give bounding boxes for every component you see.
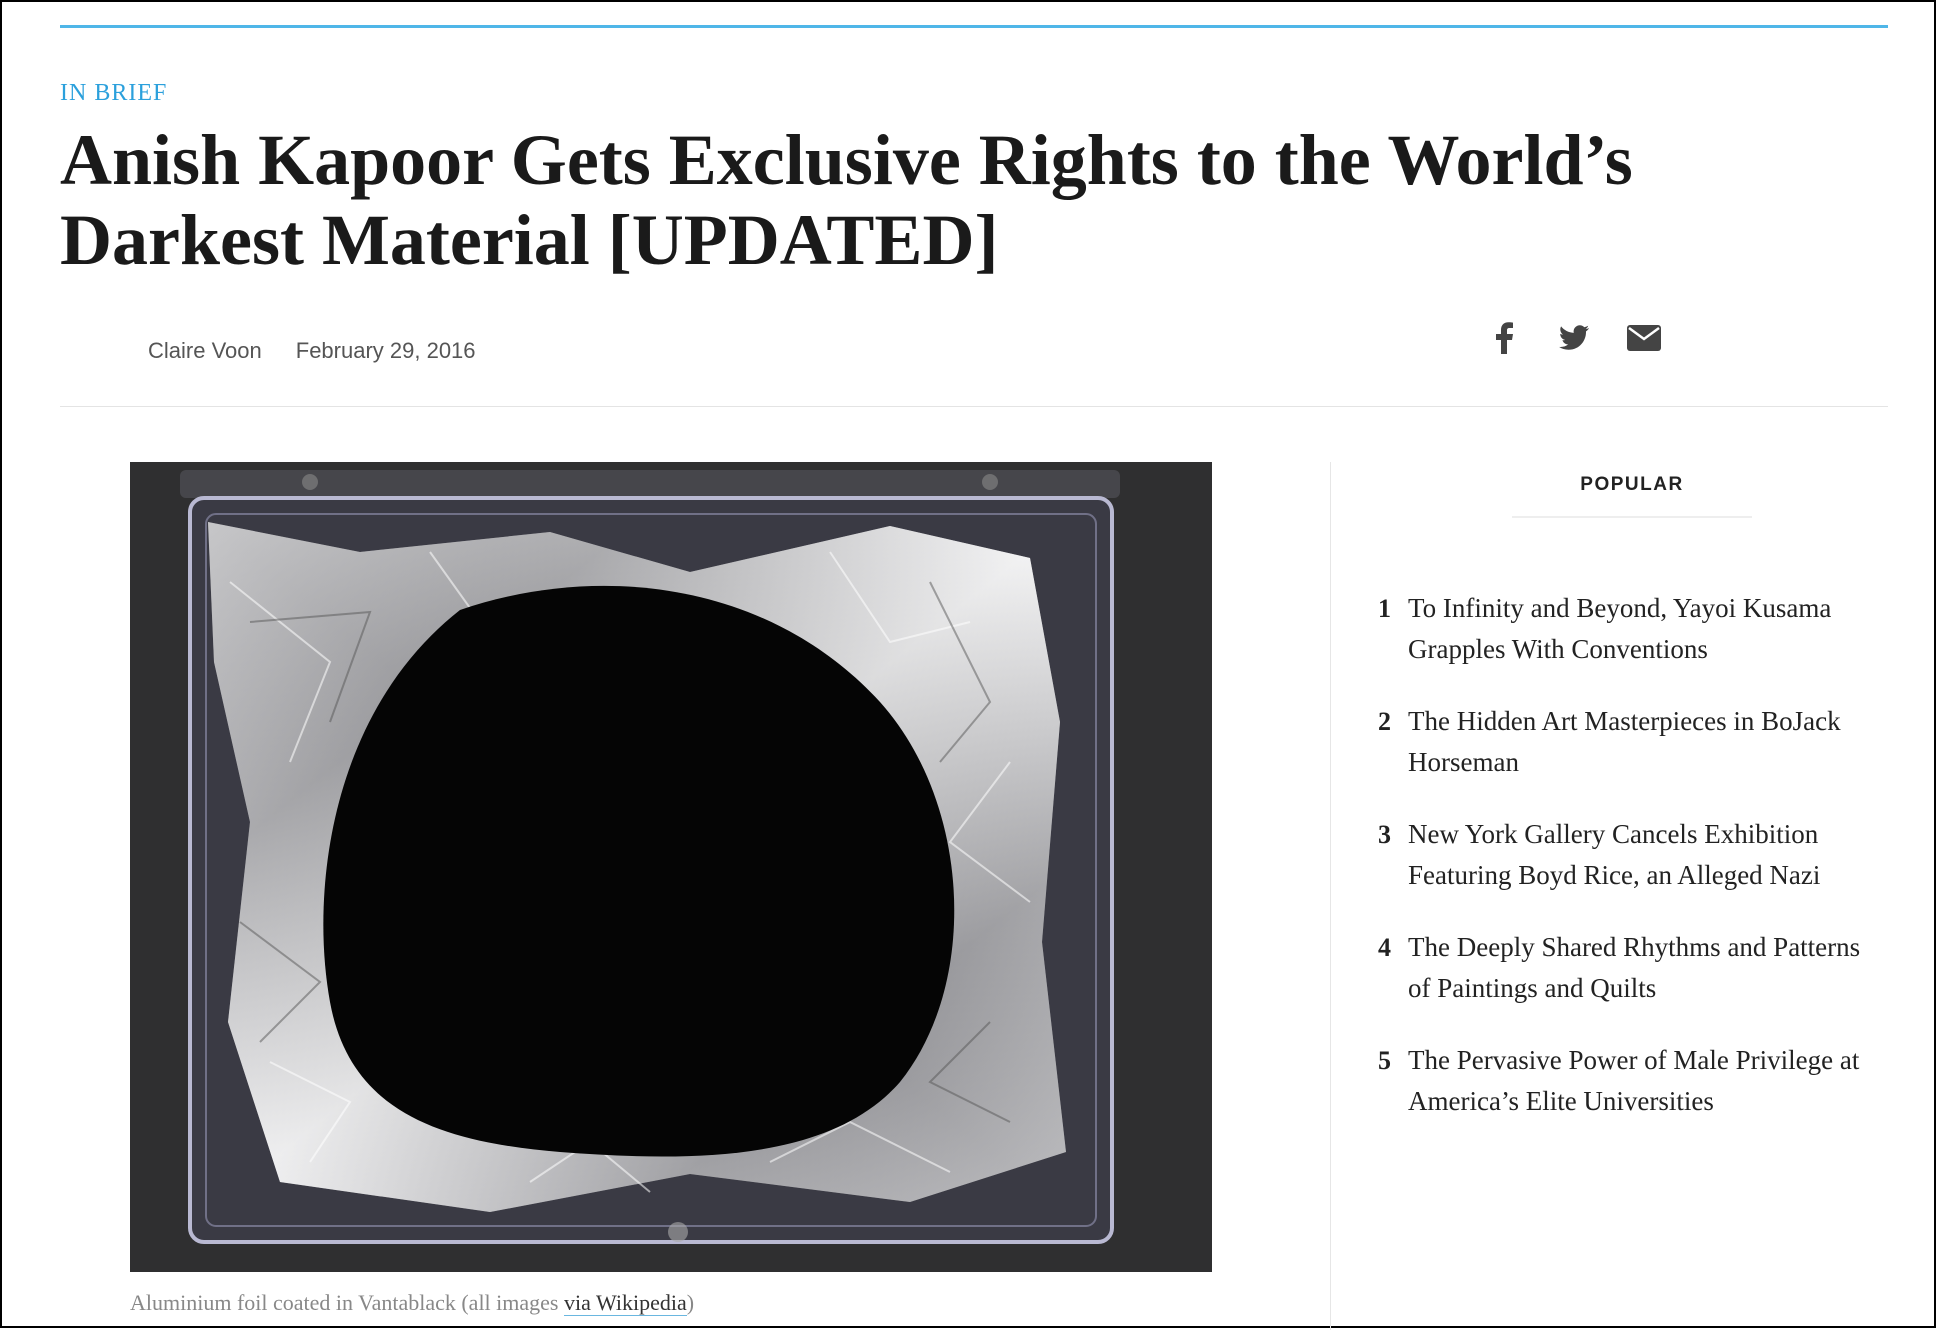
popular-item-number: 3 [1378, 820, 1391, 849]
popular-item[interactable]: 5 The Pervasive Power of Male Privilege … [1378, 1040, 1888, 1122]
image-caption: Aluminium foil coated in Vantablack (all… [130, 1290, 694, 1316]
author-link[interactable]: Claire Voon [148, 338, 262, 364]
caption-source-link[interactable]: via Wikipedia [563, 1290, 687, 1316]
share-bar [1486, 320, 1662, 356]
twitter-icon[interactable] [1556, 320, 1592, 356]
popular-item-number: 1 [1378, 594, 1391, 623]
popular-heading-underline [1512, 516, 1752, 518]
popular-item[interactable]: 2 The Hidden Art Masterpieces in BoJack … [1378, 701, 1888, 783]
header-divider [60, 406, 1888, 407]
popular-item-link[interactable]: The Pervasive Power of Male Privilege at… [1408, 1040, 1888, 1122]
popular-list: 1 To Infinity and Beyond, Yayoi Kusama G… [1378, 588, 1888, 1153]
facebook-icon[interactable] [1486, 320, 1522, 356]
popular-item-number: 5 [1378, 1046, 1391, 1075]
section-kicker-link[interactable]: IN BRIEF [60, 80, 167, 107]
caption-close: ) [686, 1290, 695, 1315]
top-accent-rule [60, 25, 1888, 28]
popular-item-number: 2 [1378, 707, 1391, 736]
popular-item[interactable]: 4 The Deeply Shared Rhythms and Patterns… [1378, 927, 1888, 1009]
popular-item-number: 4 [1378, 933, 1391, 962]
popular-item[interactable]: 1 To Infinity and Beyond, Yayoi Kusama G… [1378, 588, 1888, 670]
popular-item-link[interactable]: To Infinity and Beyond, Yayoi Kusama Gra… [1408, 588, 1888, 670]
popular-heading: POPULAR [1580, 474, 1684, 495]
byline: Claire Voon February 29, 2016 [148, 338, 476, 364]
publish-date: February 29, 2016 [295, 338, 476, 363]
email-icon[interactable] [1626, 320, 1662, 356]
popular-item-link[interactable]: The Hidden Art Masterpieces in BoJack Ho… [1408, 701, 1888, 783]
article-headline: Anish Kapoor Gets Exclusive Rights to th… [60, 120, 1633, 280]
popular-item-link[interactable]: New York Gallery Cancels Exhibition Feat… [1408, 814, 1888, 896]
popular-item[interactable]: 3 New York Gallery Cancels Exhibition Fe… [1378, 814, 1888, 896]
sidebar-divider [1330, 462, 1331, 1330]
article-image-vantablack-foil [130, 462, 1212, 1272]
popular-item-link[interactable]: The Deeply Shared Rhythms and Patterns o… [1408, 927, 1888, 1009]
caption-text: Aluminium foil coated in Vantablack (all… [130, 1290, 564, 1315]
